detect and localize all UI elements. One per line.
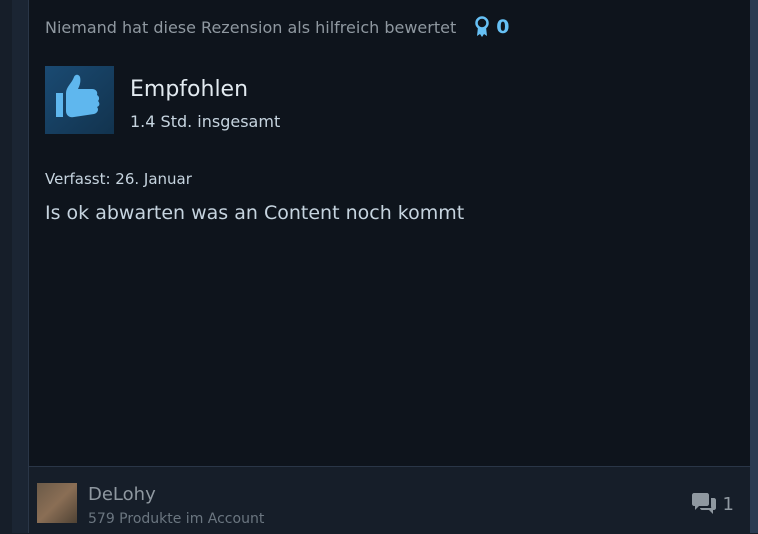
helpful-text: Niemand hat diese Rezension als hilfreic…	[45, 17, 457, 37]
posted-date: Verfasst: 26. Januar	[45, 170, 192, 188]
comment-bubbles-icon	[691, 493, 716, 514]
author-products: 579 Produkte im Account	[88, 511, 265, 527]
review-footer: DeLohy 579 Produkte im Account 1	[29, 466, 750, 534]
left-rail	[12, 0, 29, 533]
recommendation-badge	[45, 66, 114, 134]
thumbs-up-icon	[55, 74, 99, 118]
award-ribbon-icon	[475, 16, 489, 37]
review-card: Niemand hat diese Rezension als hilfreic…	[29, 0, 750, 466]
author-name[interactable]: DeLohy	[88, 484, 156, 505]
hours-played: 1.4 Std. insgesamt	[130, 112, 281, 131]
right-rail	[750, 0, 758, 533]
recommendation-label: Empfohlen	[130, 77, 249, 102]
helpful-row: Niemand hat diese Rezension als hilfreic…	[45, 16, 509, 38]
avatar[interactable]	[37, 483, 77, 523]
page-left-margin	[0, 0, 12, 533]
review-body: Is ok abwarten was an Content noch kommt	[45, 202, 465, 224]
comments-button[interactable]: 1	[691, 493, 734, 515]
award-count: 0	[496, 16, 510, 38]
award-button[interactable]: 0	[474, 16, 509, 38]
comment-count: 1	[722, 493, 734, 515]
